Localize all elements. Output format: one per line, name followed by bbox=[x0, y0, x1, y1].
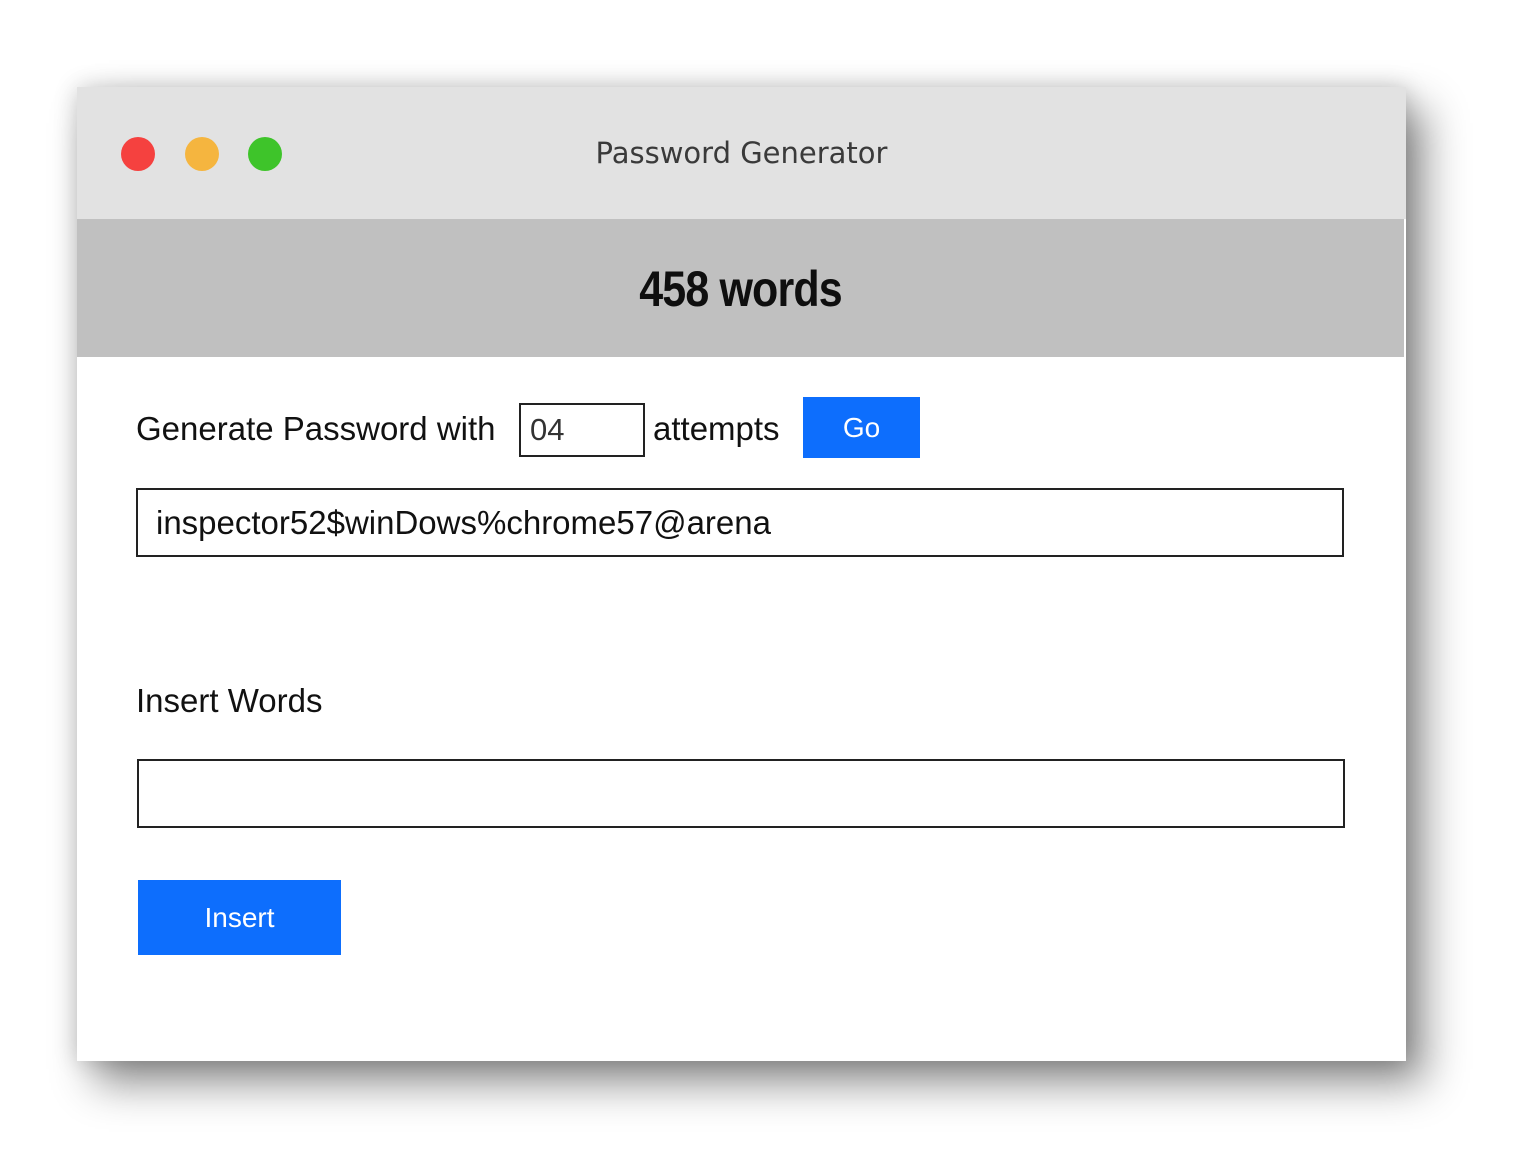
insert-button[interactable]: Insert bbox=[138, 880, 341, 955]
word-count-banner: 458 words bbox=[77, 219, 1404, 357]
attempts-input[interactable] bbox=[519, 403, 645, 457]
generate-label: Generate Password with bbox=[136, 410, 496, 447]
password-output-field[interactable] bbox=[136, 488, 1344, 557]
word-count: 458 words bbox=[639, 261, 842, 317]
go-button[interactable]: Go bbox=[803, 397, 920, 458]
attempts-label: attempts bbox=[653, 410, 780, 447]
window-title: Password Generator bbox=[595, 136, 888, 170]
app-window: Password Generator 458 words Generate Pa… bbox=[77, 87, 1406, 1061]
insert-words-input[interactable] bbox=[137, 759, 1345, 828]
title-bar[interactable]: Password Generator bbox=[77, 87, 1406, 219]
insert-words-heading: Insert Words bbox=[136, 682, 323, 719]
